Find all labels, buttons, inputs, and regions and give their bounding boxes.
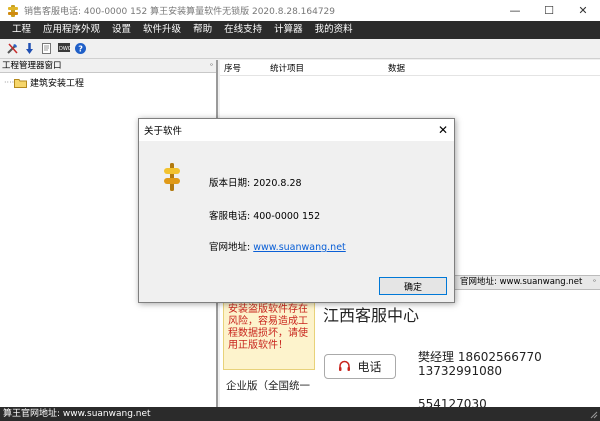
contact-qq: 554127030 bbox=[418, 397, 487, 407]
close-button[interactable]: ✕ bbox=[566, 0, 600, 21]
tools-icon[interactable] bbox=[5, 41, 20, 56]
menu-upgrade[interactable]: 软件升级 bbox=[137, 21, 187, 39]
contact-manager: 樊经理 18602566770 bbox=[418, 350, 542, 364]
contact-phone-2: 13732991080 bbox=[418, 364, 502, 378]
folder-icon bbox=[14, 78, 27, 88]
ad-bar-text: 官网地址: www.suanwang.net bbox=[460, 277, 583, 287]
column-header-item[interactable]: 统计项目 bbox=[266, 62, 384, 74]
service-phone: 客服电话: 400-0000 152 bbox=[209, 211, 321, 222]
resize-grip-icon[interactable] bbox=[588, 409, 598, 419]
ad-area: 安装盗版软件存在风险，容易造成工程数据损坏，请使用正版软件！ 企业版（全国统一 … bbox=[220, 290, 600, 407]
arrow-down-icon[interactable] bbox=[22, 41, 37, 56]
menu-help[interactable]: 帮助 bbox=[187, 21, 218, 39]
help-icon[interactable]: ? bbox=[73, 41, 88, 56]
toolbar: DWG ? bbox=[0, 39, 600, 59]
window-title: 销售客服电话: 400-0000 152 算王安装算量软件无锁版 2020.8.… bbox=[24, 7, 336, 17]
ok-button[interactable]: 确定 bbox=[379, 277, 447, 295]
dialog-close-button[interactable]: ✕ bbox=[432, 119, 454, 141]
column-header-index[interactable]: 序号 bbox=[220, 62, 266, 74]
table-header: 序号 统计项目 数据 bbox=[220, 60, 600, 76]
version-date: 版本日期: 2020.8.28 bbox=[209, 178, 302, 189]
ad-pin-icon[interactable]: ᵒ bbox=[593, 276, 596, 289]
website-label: 官网地址: bbox=[209, 242, 254, 253]
menu-appearance[interactable]: 应用程序外观 bbox=[37, 21, 106, 39]
tree-item-project[interactable]: ····· 建筑安装工程 bbox=[0, 76, 216, 89]
panel-title: 工程管理器窗口 bbox=[2, 61, 62, 71]
dialog-title: 关于软件 bbox=[144, 126, 183, 137]
menu-calculator[interactable]: 计算器 bbox=[268, 21, 309, 39]
headset-icon bbox=[338, 360, 351, 373]
dialog-title-bar: 关于软件 ✕ bbox=[139, 119, 454, 141]
app-logo-icon bbox=[163, 163, 181, 191]
website-row: 官网地址: www.suanwang.net bbox=[209, 239, 346, 253]
service-center-title: 江西客服中心 bbox=[323, 306, 420, 325]
website-link[interactable]: www.suanwang.net bbox=[253, 242, 346, 253]
dialog-body: 版本日期: 2020.8.28 客服电话: 400-0000 152 官网地址:… bbox=[139, 141, 454, 302]
about-dialog: 关于软件 ✕ 版本日期: 2020.8.28 客服电话: 400-0000 15… bbox=[138, 118, 455, 303]
status-text: 算王官网地址: www.suanwang.net bbox=[3, 409, 151, 419]
phone-button-label: 电话 bbox=[357, 360, 382, 374]
menu-my-profile[interactable]: 我的资料 bbox=[309, 21, 359, 39]
phone-button[interactable]: 电话 bbox=[324, 354, 396, 379]
dwg-icon[interactable]: DWG bbox=[56, 41, 71, 56]
maximize-button[interactable]: ☐ bbox=[532, 0, 566, 21]
document-icon[interactable] bbox=[39, 41, 54, 56]
title-bar: 销售客服电话: 400-0000 152 算王安装算量软件无锁版 2020.8.… bbox=[0, 0, 600, 21]
minimize-button[interactable]: — bbox=[498, 0, 532, 21]
panel-header: 工程管理器窗口 ᵒ bbox=[0, 60, 216, 73]
tree-item-label: 建筑安装工程 bbox=[30, 79, 85, 89]
warning-text: 安装盗版软件存在风险，容易造成工程数据损坏，请使用正版软件！ bbox=[228, 304, 308, 351]
menu-bar: 工程 应用程序外观 设置 软件升级 帮助 在线支持 计算器 我的资料 bbox=[0, 21, 600, 39]
menu-online-support[interactable]: 在线支持 bbox=[218, 21, 268, 39]
pin-icon[interactable]: ᵒ bbox=[210, 60, 213, 73]
status-bar: 算王官网地址: www.suanwang.net bbox=[0, 407, 600, 421]
column-header-data[interactable]: 数据 bbox=[384, 62, 405, 74]
enterprise-edition-text: 企业版（全国统一 bbox=[226, 380, 310, 392]
svg-text:DWG: DWG bbox=[59, 46, 71, 52]
menu-settings[interactable]: 设置 bbox=[106, 21, 137, 39]
app-icon bbox=[7, 4, 19, 17]
svg-text:?: ? bbox=[78, 45, 83, 54]
menu-project[interactable]: 工程 bbox=[6, 21, 37, 39]
tree-connector: ····· bbox=[4, 78, 17, 87]
